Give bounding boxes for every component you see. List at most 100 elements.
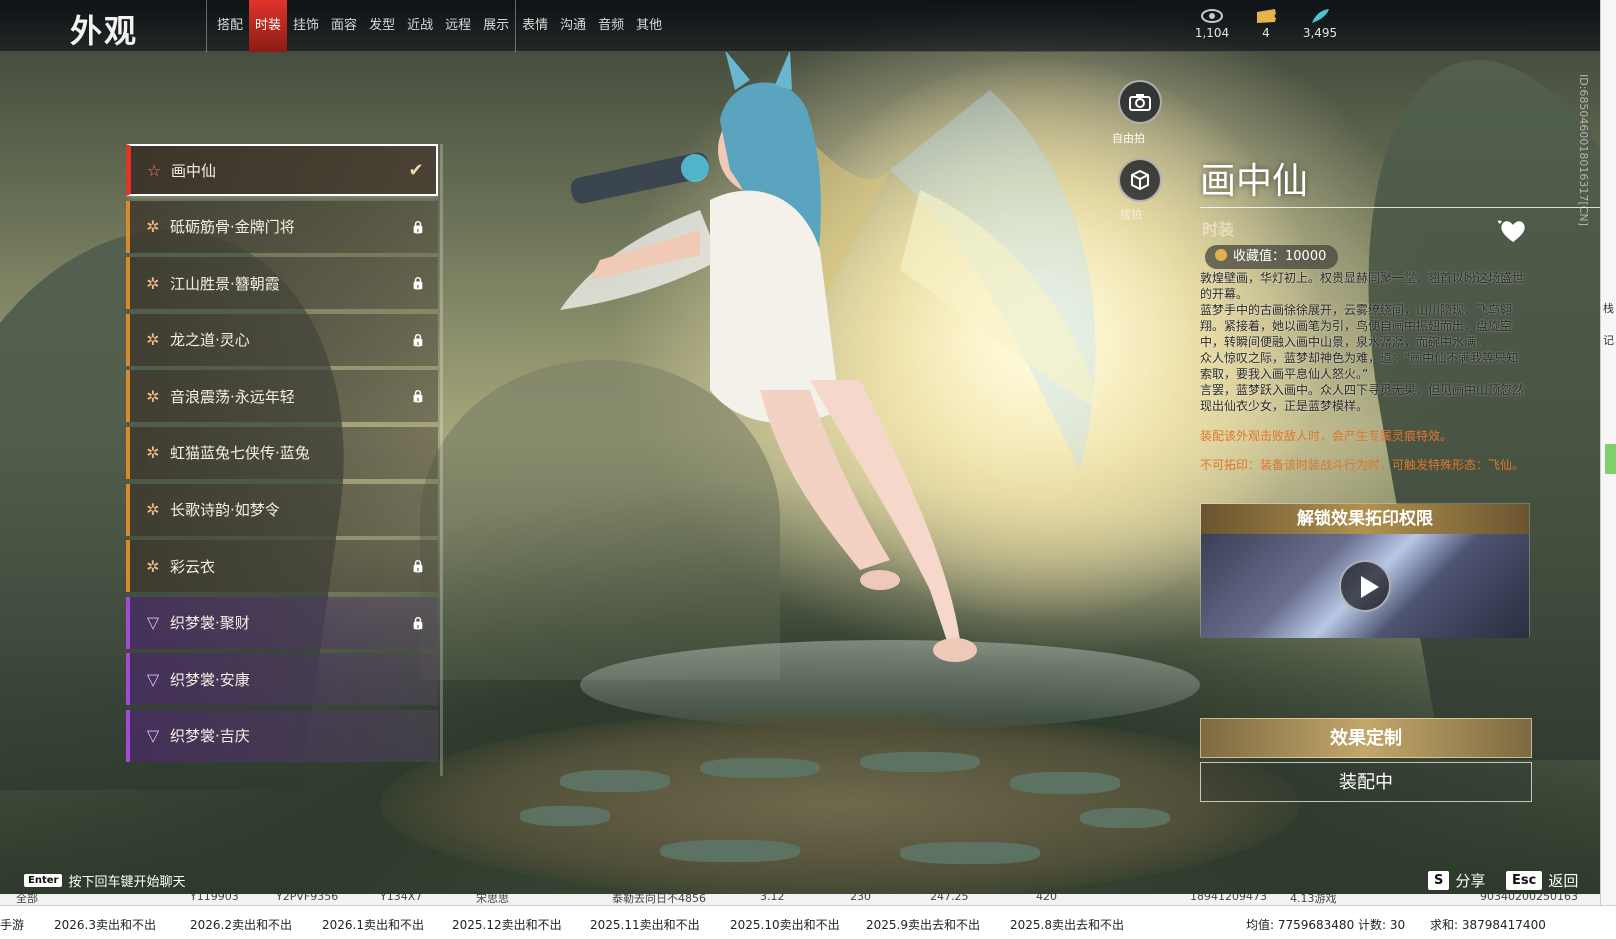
lock-icon: 🔒 — [410, 615, 426, 630]
description-paragraph: 言罢，蓝梦跃入画中。众人四下寻觅无果，但见画中山顶忽然现出仙衣少女，正是蓝梦模样… — [1200, 383, 1525, 413]
tab-5[interactable]: 近战 — [401, 0, 439, 52]
model-view-button[interactable] — [1118, 158, 1162, 202]
costume-name: 虹猫蓝兔七侠传·蓝兔 — [170, 444, 310, 463]
lock-icon: 🔒 — [410, 276, 426, 291]
host-char: 记 — [1603, 334, 1614, 347]
chat-hint[interactable]: Enter 按下回车键开始聊天 — [24, 871, 185, 890]
unlock-panel: 解锁效果拓印权限 — [1200, 503, 1530, 638]
effect-customize-button[interactable]: 效果定制 — [1200, 718, 1532, 758]
share-button[interactable]: S 分享 — [1428, 870, 1485, 891]
tab-3[interactable]: 面容 — [325, 0, 363, 52]
lock-icon: 🔒 — [410, 389, 426, 404]
tab-0[interactable]: 搭配 — [211, 0, 249, 52]
cell: 3.12 — [760, 894, 785, 903]
stat-sum: 求和: 38798417400 — [1430, 918, 1546, 932]
tab-7[interactable]: 展示 — [477, 0, 515, 52]
stat-avg: 均值: 7759683480 — [1246, 918, 1355, 932]
costume-item[interactable]: ✲ 彩云衣 🔒 — [126, 540, 438, 593]
unlock-preview-video[interactable] — [1201, 534, 1529, 638]
character-model[interactable] — [560, 50, 1120, 690]
costume-name: 长歌诗韵·如梦令 — [170, 501, 280, 520]
costume-item[interactable]: ✲ 长歌诗韵·如梦令 — [126, 483, 438, 536]
rarity-orange-icon: ✲ — [146, 330, 160, 350]
list-scrollbar[interactable] — [440, 144, 443, 776]
stepping-stone — [560, 770, 670, 792]
title-divider — [1200, 207, 1600, 208]
equipped-button[interactable]: 装配中 — [1200, 762, 1532, 802]
costume-name: 音浪震荡·永远年轻 — [170, 387, 295, 406]
costume-item[interactable]: ☆ 画中仙 ✔ — [126, 144, 438, 196]
sheet-tab[interactable]: 2025.9卖出去和不出 — [866, 916, 980, 933]
sheet-tab[interactable]: 2025.8卖出去和不出 — [1010, 916, 1124, 933]
feather-icon — [1312, 9, 1329, 23]
currency-eye: 1,104 — [1182, 8, 1242, 40]
currency-feather-value: 3,495 — [1302, 26, 1338, 40]
tab-4[interactable]: 发型 — [363, 0, 401, 52]
free-camera-button[interactable] — [1118, 80, 1162, 124]
costume-item[interactable]: ✲ 砥砺筋骨·金牌门将 🔒 — [126, 200, 438, 253]
stepping-stone — [660, 840, 800, 862]
tab-8[interactable]: 表情 — [515, 0, 554, 52]
costume-name: 砥砺筋骨·金牌门将 — [170, 218, 295, 237]
tab-11[interactable]: 其他 — [630, 0, 668, 52]
host-green-mark — [1605, 444, 1616, 474]
cell: 全部 — [16, 894, 38, 905]
costume-item[interactable]: ▽ 织梦裳·聚财 🔒 — [126, 596, 438, 649]
costume-name: 江山胜景·簪朝霞 — [170, 274, 280, 293]
free-camera-label: 自由拍 — [1112, 132, 1145, 145]
costume-item[interactable]: ✲ 江山胜景·簪朝霞 🔒 — [126, 257, 438, 310]
play-icon[interactable] — [1339, 560, 1391, 612]
top-bar: 外观 搭配 时装 挂饰 面容 发型 近战 远程 展示 表情 沟通 音频 其他 1,104 4 3,49… — [0, 0, 1600, 52]
collect-value-text: 收藏值：10000 — [1233, 249, 1327, 264]
costume-name: 织梦裳·安康 — [170, 670, 250, 689]
currency-ticket: 4 — [1236, 8, 1296, 40]
sheet-tab[interactable]: 2026.1卖出和不出 — [322, 916, 424, 933]
sheet-tab[interactable]: 2025.12卖出和不出 — [452, 916, 562, 933]
tab-1[interactable]: 时装 — [249, 0, 288, 52]
costume-item[interactable]: ✲ 龙之道·灵心 🔒 — [126, 313, 438, 366]
stepping-stone — [520, 806, 610, 826]
transform-note: 不可拓印：装备该时装战斗行为时，可触发特殊形态：飞仙。 — [1200, 458, 1525, 472]
sheet-tab[interactable]: 手游 — [0, 916, 24, 933]
coin-icon — [1215, 249, 1227, 261]
costume-title: 画中仙 — [1200, 161, 1309, 202]
cell: Y119903 — [190, 894, 239, 903]
currency-feather: 3,495 — [1290, 8, 1350, 40]
tab-6[interactable]: 远程 — [439, 0, 477, 52]
costume-item[interactable]: ✲ 音浪震荡·永远年轻 🔒 — [126, 370, 438, 423]
costume-item[interactable]: ✲ 虹猫蓝兔七侠传·蓝兔 — [126, 426, 438, 479]
costume-item[interactable]: ▽ 织梦裳·安康 — [126, 653, 438, 706]
back-label: 返回 — [1548, 872, 1579, 890]
rarity-orange-icon: ✲ — [146, 556, 160, 576]
heart-wing-icon — [1496, 220, 1525, 242]
sheet-tab[interactable]: 2026.2卖出和不出 — [190, 916, 292, 933]
sheet-tab[interactable]: 2025.11卖出和不出 — [590, 916, 700, 933]
collect-value-badge: 收藏值：10000 — [1205, 245, 1339, 269]
favorite-button[interactable] — [1496, 218, 1528, 249]
back-button[interactable]: Esc 返回 — [1506, 870, 1578, 891]
player-id: ID:6850460018016317[CN] — [1577, 74, 1590, 226]
cell: Y2PVF9356 — [276, 894, 339, 903]
lock-icon: 🔒 — [410, 332, 426, 347]
category-tabs: 搭配 时装 挂饰 面容 发型 近战 远程 展示 表情 沟通 音频 其他 — [206, 0, 668, 52]
rarity-purple-icon: ▽ — [146, 726, 160, 746]
chat-hint-text: 按下回车键开始聊天 — [68, 875, 186, 890]
sheet-tab[interactable]: 2026.3卖出和不出 — [54, 916, 156, 933]
description-paragraph: 敦煌壁画，华灯初上。权贵显赫同聚一堂，翘首以盼这场盛世的开幕。 — [1200, 271, 1525, 301]
stepping-stone — [1080, 808, 1170, 828]
stepping-stone — [700, 758, 820, 778]
rarity-purple-icon: ▽ — [146, 669, 160, 689]
tab-9[interactable]: 沟通 — [554, 0, 592, 52]
tab-2[interactable]: 挂饰 — [287, 0, 325, 52]
tab-10[interactable]: 音频 — [592, 0, 630, 52]
cell: 泰勒去向日不4856 — [612, 894, 706, 905]
cell: 4.13游戏 — [1290, 894, 1337, 905]
sheet-tab[interactable]: 2025.10卖出和不出 — [730, 916, 840, 933]
currency-ticket-value: 4 — [1262, 26, 1270, 40]
eye-token-icon — [1201, 9, 1223, 23]
cell: 247.25 — [930, 894, 969, 903]
costume-category: 时装 — [1202, 220, 1235, 239]
costume-item[interactable]: ▽ 织梦裳·吉庆 — [126, 709, 438, 762]
costume-name: 织梦裳·聚财 — [170, 614, 250, 633]
esc-key-icon: Esc — [1506, 871, 1543, 890]
